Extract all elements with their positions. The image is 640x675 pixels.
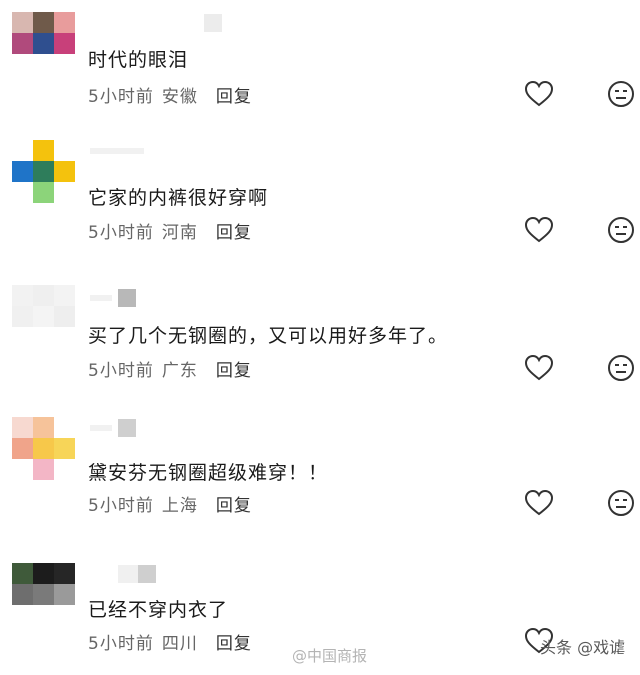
heart-icon[interactable] xyxy=(524,354,554,382)
comment-text: 黛安芬无钢圈超级难穿！！ xyxy=(88,462,329,484)
toutiao-watermark: 头条 @戏谑 xyxy=(540,638,626,657)
weibo-watermark: @中国商报 xyxy=(292,647,368,665)
avatar[interactable] xyxy=(12,140,76,204)
neutral-face-icon[interactable] xyxy=(607,489,635,517)
avatar[interactable] xyxy=(12,12,76,76)
comment-item: 黛安芬无钢圈超级难穿！！ 5小时前 上海 回复 xyxy=(0,405,640,535)
heart-icon[interactable] xyxy=(524,80,554,108)
reply-button[interactable]: 回复 xyxy=(216,87,252,107)
comment-time: 5小时前 xyxy=(88,361,154,381)
comment-time: 5小时前 xyxy=(88,87,154,107)
neutral-face-icon[interactable] xyxy=(607,80,635,108)
comment-text: 买了几个无钢圈的，又可以用好多年了。 xyxy=(88,325,449,347)
comment-text: 时代的眼泪 xyxy=(88,49,189,71)
comment-item: 它家的内裤很好穿啊 5小时前 河南 回复 xyxy=(0,130,640,260)
reply-button[interactable]: 回复 xyxy=(216,496,252,516)
comment-time: 5小时前 xyxy=(88,634,154,654)
reply-button[interactable]: 回复 xyxy=(216,361,252,381)
comment-item: 买了几个无钢圈的，又可以用好多年了。 5小时前 广东 回复 xyxy=(0,275,640,405)
comment-meta: 5小时前 广东 回复 xyxy=(88,356,252,381)
avatar[interactable] xyxy=(12,563,76,627)
neutral-face-icon[interactable] xyxy=(607,216,635,244)
comment-meta: 5小时前 上海 回复 xyxy=(88,491,252,516)
reply-button[interactable]: 回复 xyxy=(216,634,252,654)
comment-meta: 5小时前 河南 回复 xyxy=(88,218,252,243)
avatar[interactable] xyxy=(12,285,76,349)
comment-time: 5小时前 xyxy=(88,496,154,516)
comment-meta: 5小时前 四川 回复 xyxy=(88,629,252,654)
avatar[interactable] xyxy=(12,417,76,481)
comment-location: 河南 xyxy=(161,223,198,243)
comment-location: 四川 xyxy=(161,634,198,654)
comment-time: 5小时前 xyxy=(88,223,154,243)
comment-text: 已经不穿内衣了 xyxy=(88,599,229,621)
neutral-face-icon[interactable] xyxy=(607,354,635,382)
comment-item: 时代的眼泪 5小时前 安徽 回复 xyxy=(0,0,640,130)
comment-meta: 5小时前 安徽 回复 xyxy=(88,82,252,107)
reply-button[interactable]: 回复 xyxy=(216,223,252,243)
comment-text: 它家的内裤很好穿啊 xyxy=(88,187,269,209)
heart-icon[interactable] xyxy=(524,216,554,244)
comment-location: 安徽 xyxy=(161,87,198,107)
comment-location: 上海 xyxy=(161,496,198,516)
heart-icon[interactable] xyxy=(524,489,554,517)
comment-location: 广东 xyxy=(161,361,198,381)
